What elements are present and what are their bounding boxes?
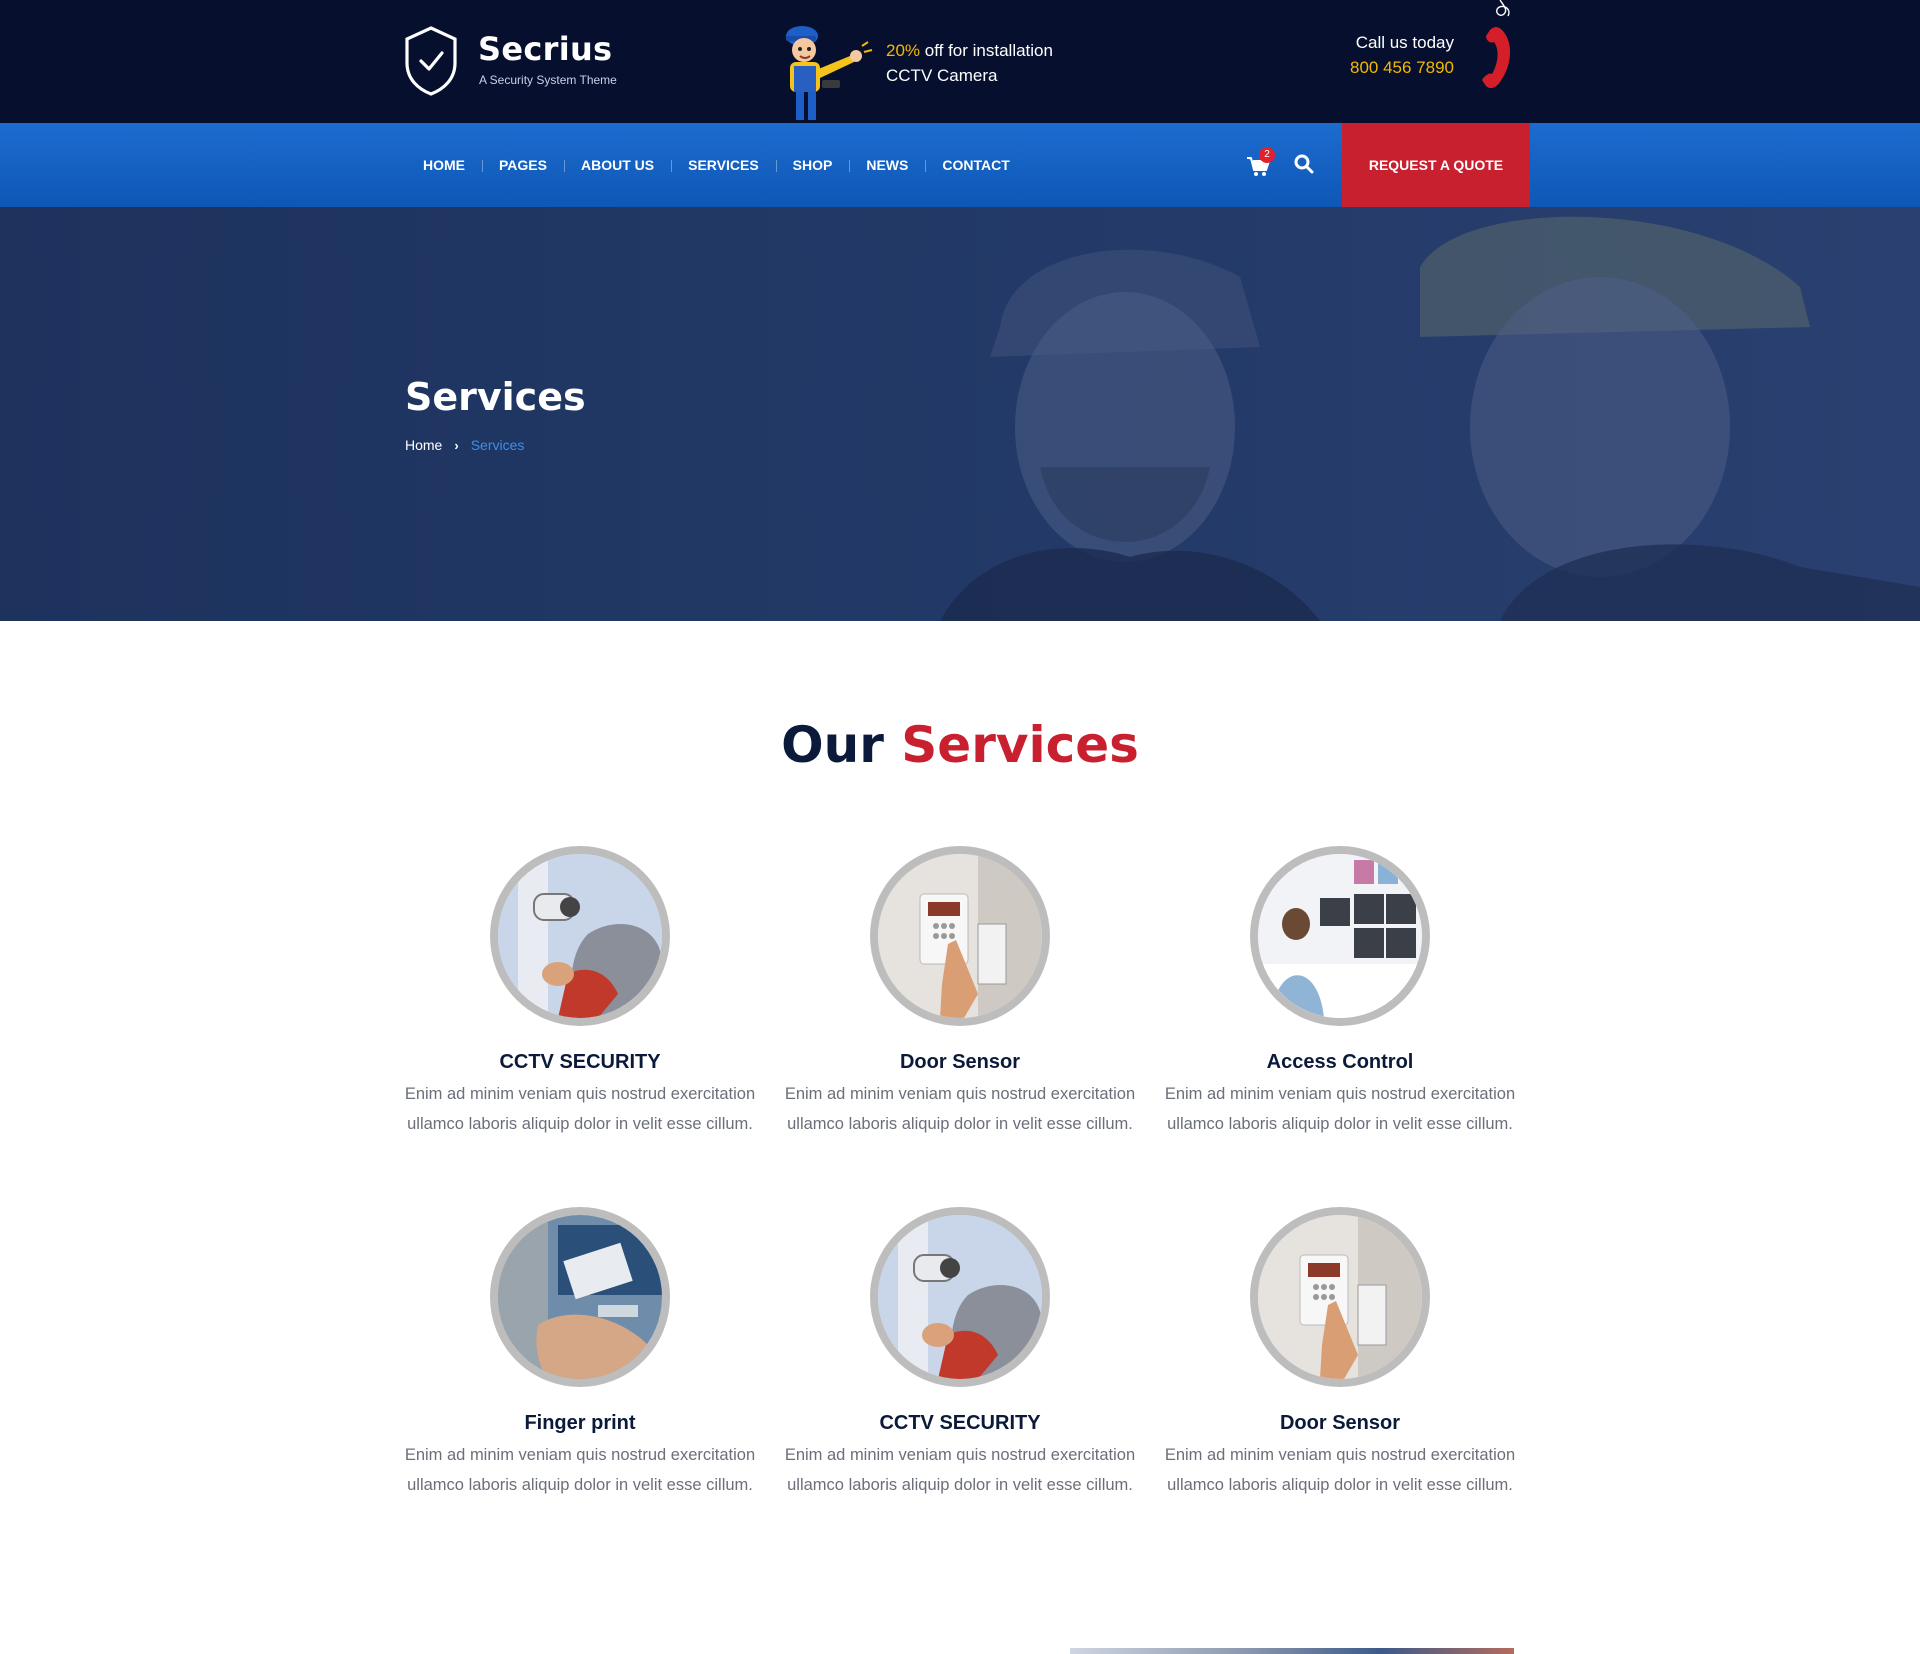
page-title: Services: [405, 375, 586, 419]
cctv-camera-image: [878, 1215, 1042, 1379]
service-card[interactable]: Door Sensor Enim ad minim veniam quis no…: [784, 846, 1136, 1186]
service-title[interactable]: CCTV SECURITY: [404, 1051, 756, 1074]
section-title-red: Services: [901, 716, 1139, 774]
search-icon: [1294, 154, 1314, 174]
monitoring-room-photo[interactable]: [1250, 846, 1430, 1026]
nav-news[interactable]: NEWS: [849, 157, 925, 173]
brand-tagline: A Security System Theme: [479, 73, 617, 87]
breadcrumb-home-link[interactable]: Home: [405, 437, 442, 453]
service-card[interactable]: Door Sensor Enim ad minim veniam quis no…: [1164, 1207, 1516, 1547]
site-logo[interactable]: Secrius A Security System Theme: [403, 25, 643, 100]
page-hero-banner: Services Home › Services: [0, 207, 1920, 621]
breadcrumb-current: Services: [470, 437, 525, 453]
door-sensor-keypad-photo[interactable]: [1250, 1207, 1430, 1387]
next-section-image-edge: [1070, 1648, 1514, 1654]
promo-line1: off for installation: [920, 41, 1053, 60]
section-title-dark: Our: [781, 716, 884, 774]
door-sensor-image: [1258, 1215, 1422, 1379]
service-description: Enim ad minim veniam quis nostrud exerci…: [784, 1446, 1136, 1494]
fingerprint-card-photo[interactable]: [490, 1207, 670, 1387]
service-title[interactable]: Finger print: [404, 1412, 756, 1435]
service-description: Enim ad minim veniam quis nostrud exerci…: [1164, 1085, 1516, 1133]
technician-mascot-icon: [786, 26, 873, 120]
shield-check-icon: [405, 26, 457, 96]
call-us-block[interactable]: Call us today 800 456 7890: [1300, 0, 1520, 123]
breadcrumb: Home › Services: [405, 437, 524, 453]
hero-background-image: [0, 207, 1920, 621]
nav-home[interactable]: HOME: [406, 157, 482, 173]
service-card[interactable]: CCTV SECURITY Enim ad minim veniam quis …: [784, 1207, 1136, 1547]
monitoring-room-image: [1258, 854, 1422, 1018]
door-sensor-keypad-photo[interactable]: [870, 846, 1050, 1026]
service-card[interactable]: Access Control Enim ad minim veniam quis…: [1164, 846, 1516, 1186]
promo-text: 20% off for installation CCTV Camera: [886, 38, 1053, 88]
brand-name: Secrius: [478, 30, 613, 68]
service-description: Enim ad minim veniam quis nostrud exerci…: [784, 1085, 1136, 1133]
cctv-camera-photo[interactable]: [490, 846, 670, 1026]
main-navigation-bar: HOME PAGES ABOUT US SERVICES SHOP NEWS C…: [0, 123, 1920, 207]
nav-about-us[interactable]: ABOUT US: [563, 157, 671, 173]
cart-button[interactable]: 2: [1244, 147, 1275, 180]
fingerprint-image: [498, 1215, 662, 1379]
service-title[interactable]: Door Sensor: [1164, 1412, 1516, 1435]
request-quote-button[interactable]: REQUEST A QUOTE: [1342, 123, 1530, 207]
cctv-camera-image: [498, 854, 662, 1018]
service-card[interactable]: Finger print Enim ad minim veniam quis n…: [404, 1207, 756, 1547]
door-sensor-image: [878, 854, 1042, 1018]
search-button[interactable]: [1292, 152, 1316, 176]
promo-line2: CCTV Camera: [886, 66, 998, 85]
chevron-right-icon: ›: [454, 437, 459, 453]
cart-count-badge: 2: [1259, 147, 1275, 163]
service-title[interactable]: Access Control: [1164, 1051, 1516, 1074]
service-title[interactable]: CCTV SECURITY: [784, 1412, 1136, 1435]
call-label: Call us today: [1355, 33, 1454, 52]
service-description: Enim ad minim veniam quis nostrud exerci…: [404, 1446, 756, 1494]
service-card[interactable]: CCTV SECURITY Enim ad minim veniam quis …: [404, 846, 756, 1186]
service-description: Enim ad minim veniam quis nostrud exerci…: [404, 1085, 756, 1133]
top-header: Secrius A Security System Theme 20% off …: [0, 0, 1920, 123]
main-menu: HOME PAGES ABOUT US SERVICES SHOP NEWS C…: [406, 123, 1027, 207]
nav-shop[interactable]: SHOP: [775, 157, 850, 173]
promo-highlight: 20%: [886, 41, 921, 60]
nav-services[interactable]: SERVICES: [671, 157, 776, 173]
service-description: Enim ad minim veniam quis nostrud exerci…: [1164, 1446, 1516, 1494]
services-section-title: Our Services: [0, 716, 1920, 774]
nav-pages[interactable]: PAGES: [482, 157, 564, 173]
service-title[interactable]: Door Sensor: [784, 1051, 1136, 1074]
promo-banner: 20% off for installation CCTV Camera: [780, 22, 1100, 122]
cctv-camera-photo[interactable]: [870, 1207, 1050, 1387]
phone-handset-icon: [1482, 0, 1511, 89]
nav-contact[interactable]: CONTACT: [925, 157, 1026, 173]
call-number[interactable]: 800 456 7890: [1350, 58, 1454, 78]
